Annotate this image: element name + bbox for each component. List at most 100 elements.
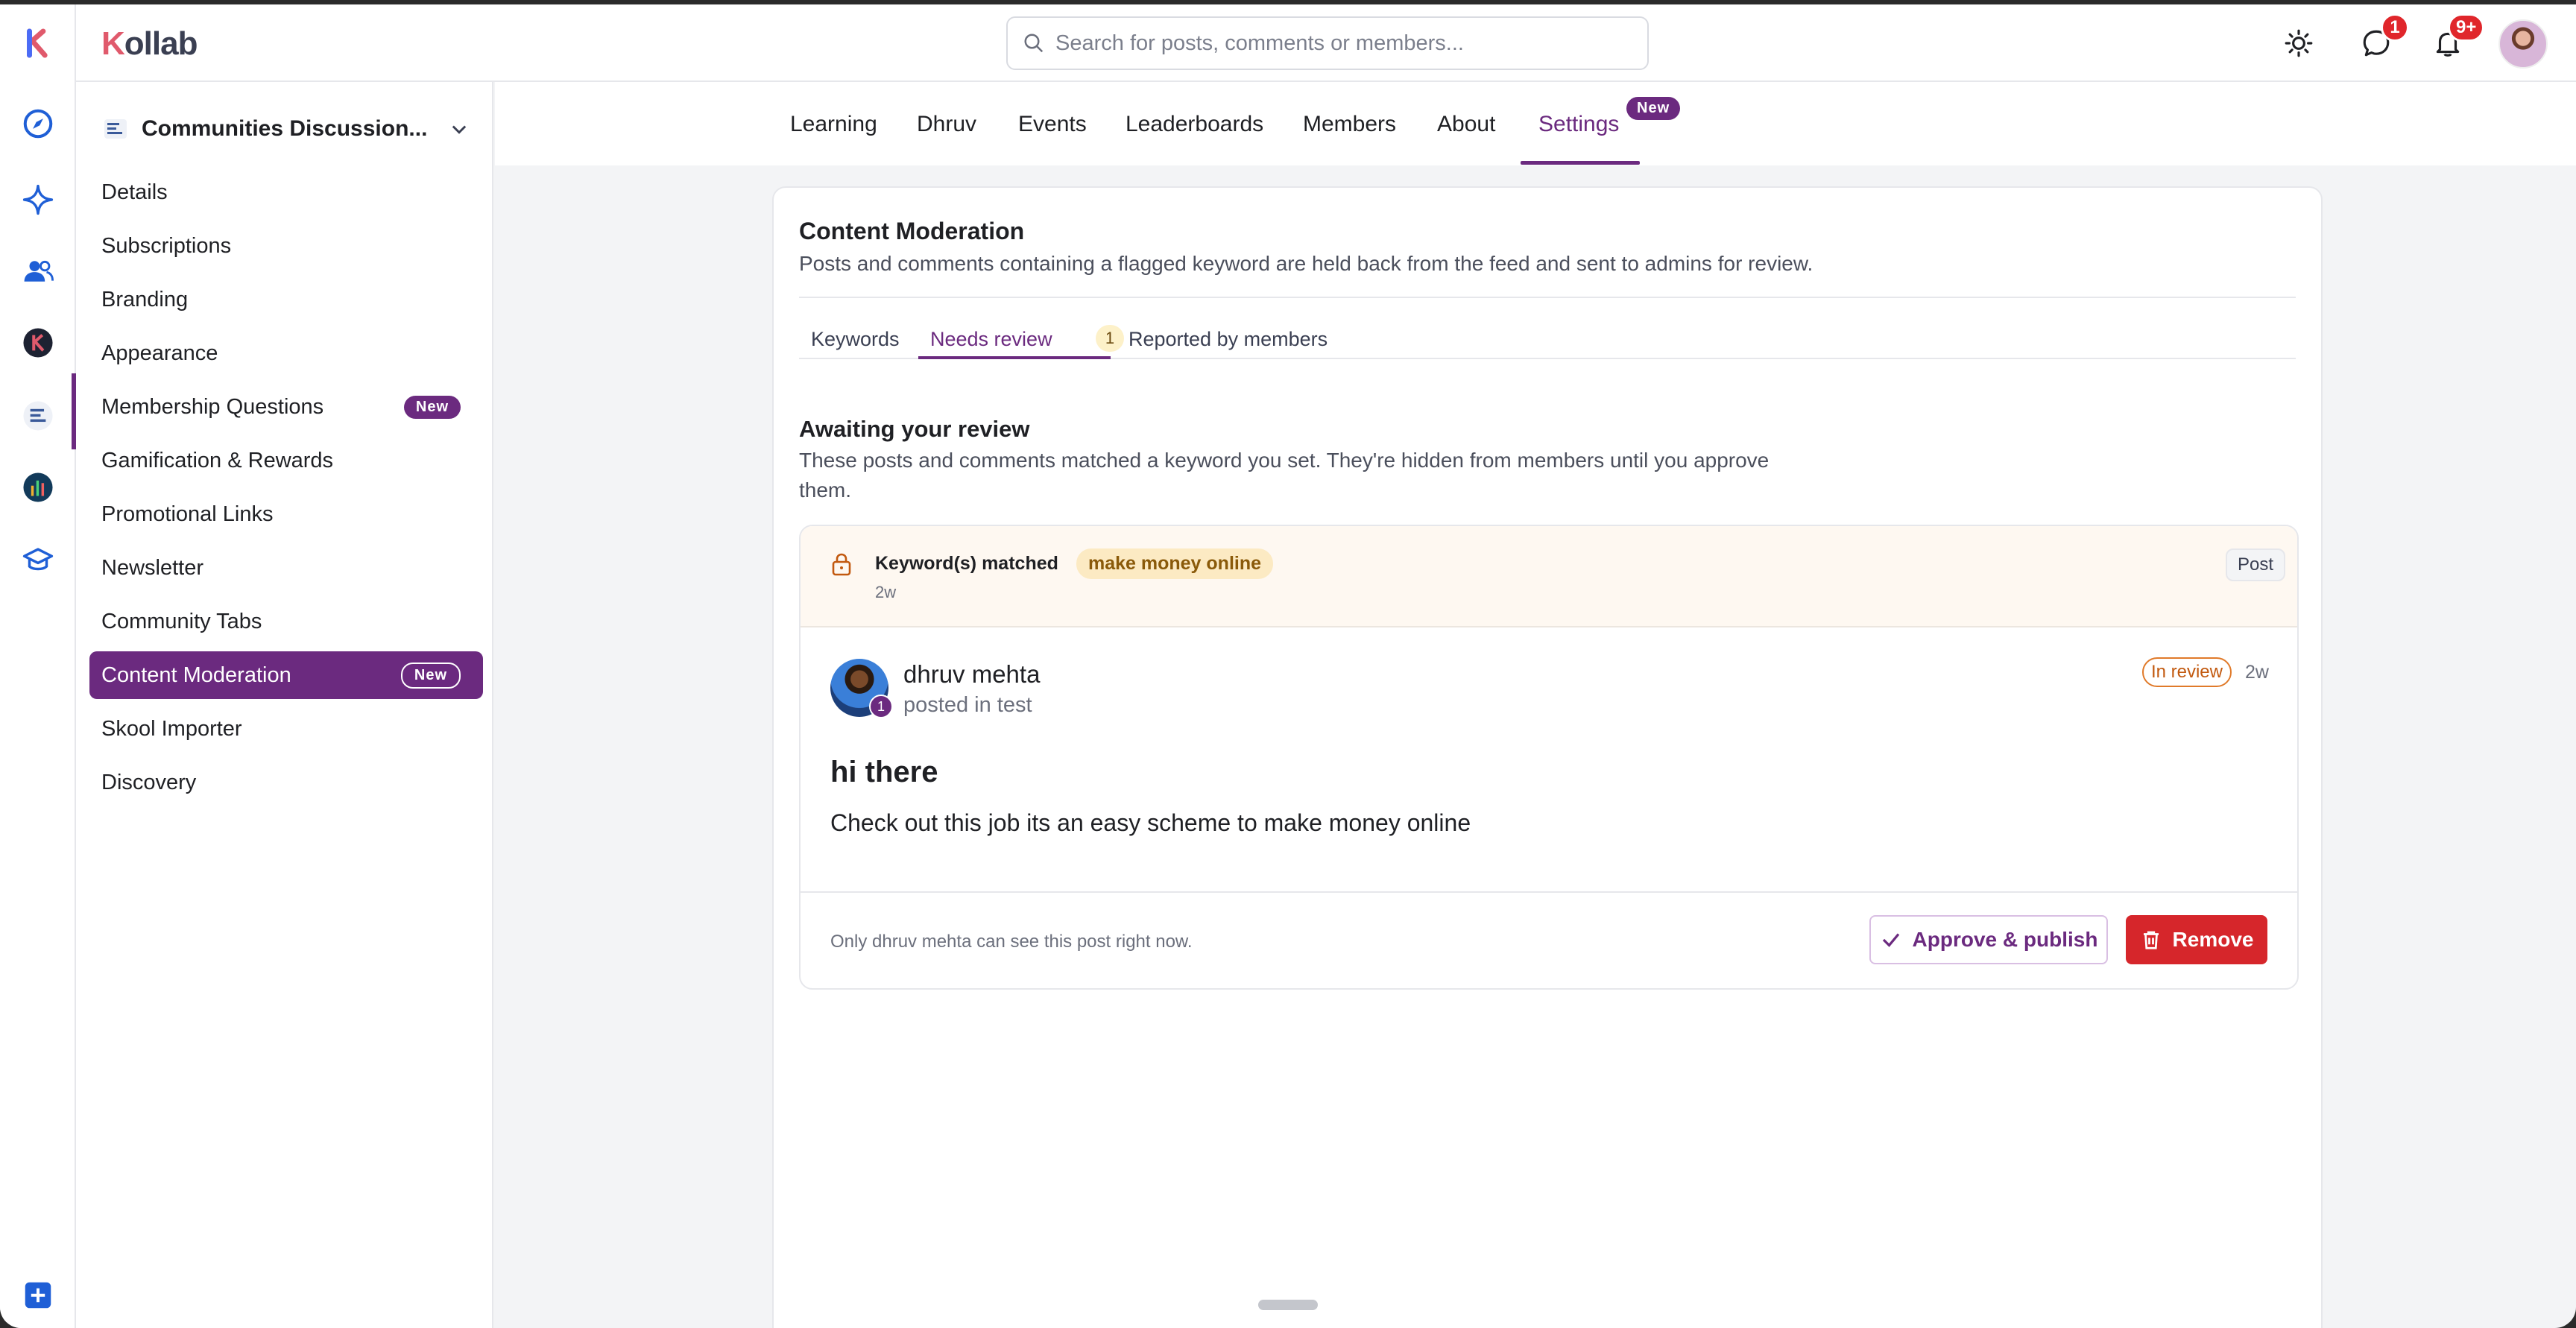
sidebar-item-details[interactable]: Details: [89, 165, 483, 219]
approve-publish-button[interactable]: Approve & publish: [1869, 915, 2108, 964]
sun-icon: [2285, 29, 2313, 57]
moderation-subtabs: Keywords Needs review 1 Reported by memb…: [799, 322, 2296, 359]
ai-sparkle-icon[interactable]: [16, 177, 60, 222]
community-kollab-icon[interactable]: [16, 320, 60, 365]
posted-in-label: posted in test: [903, 693, 1032, 717]
chevron-down-icon: [452, 125, 467, 134]
sidebar-item-discovery[interactable]: Discovery: [89, 756, 483, 809]
content-moderation-card: Content Moderation Posts and comments co…: [772, 186, 2323, 1328]
keyword-match-bar: Keyword(s) matched make money online 2w …: [801, 526, 2297, 627]
settings-sidebar: Communities Discussion... Details Subscr…: [76, 82, 493, 1328]
add-community-icon[interactable]: [16, 1273, 60, 1318]
search-icon: [1024, 34, 1044, 53]
kollab-logo[interactable]: Kollab: [101, 25, 198, 63]
community-name: Communities Discussion...: [142, 116, 428, 141]
post-body: Check out this job its an easy scheme to…: [830, 809, 1471, 836]
section-description: These posts and comments matched a keywo…: [799, 449, 1770, 502]
visibility-note: Only dhruv mehta can see this post right…: [830, 932, 1193, 952]
sidebar-item-content-moderation[interactable]: Content Moderation New: [89, 651, 483, 699]
logo-text: ollab: [124, 25, 198, 62]
community-discussion-icon[interactable]: [16, 393, 60, 438]
lock-icon: [832, 553, 851, 576]
learning-cap-icon[interactable]: [16, 538, 60, 583]
app-window: Kollab 1 9+ Communities Discussion... De…: [0, 4, 2576, 1328]
tab-dhruv[interactable]: Dhruv: [917, 112, 976, 137]
members-icon[interactable]: [16, 249, 60, 294]
scroll-handle[interactable]: [1258, 1300, 1318, 1310]
sidebar-item-label: Newsletter: [101, 555, 203, 580]
app-rail: [0, 4, 76, 1328]
sidebar-item-subscriptions[interactable]: Subscriptions: [89, 219, 483, 273]
community-icon: [104, 119, 127, 139]
author-level-badge: 1: [869, 695, 893, 718]
kollab-home-icon[interactable]: [16, 21, 60, 66]
compass-icon[interactable]: [16, 101, 60, 146]
page-title: Content Moderation: [799, 218, 1025, 244]
sidebar-item-promotional-links[interactable]: Promotional Links: [89, 487, 483, 541]
search-input[interactable]: [1055, 31, 1622, 56]
sidebar-item-label: Membership Questions: [101, 394, 324, 419]
sidebar-item-membership-questions[interactable]: Membership Questions New: [89, 380, 483, 434]
remove-button[interactable]: Remove: [2126, 915, 2267, 964]
sidebar-item-gamification[interactable]: Gamification & Rewards: [89, 434, 483, 487]
settings-new-badge: New: [1626, 97, 1681, 120]
flag-timestamp: 2w: [875, 583, 897, 601]
divider: [799, 297, 2296, 298]
sidebar-item-label: Branding: [101, 287, 189, 312]
sidebar-item-newsletter[interactable]: Newsletter: [89, 541, 483, 595]
sidebar-item-label: Subscriptions: [101, 233, 232, 258]
check-icon: [1882, 933, 1899, 947]
subtab-reported-by-members[interactable]: Reported by members: [1128, 328, 1328, 351]
subtab-keywords[interactable]: Keywords: [811, 328, 900, 351]
community-bars-icon[interactable]: [16, 465, 60, 510]
settings-menu: Details Subscriptions Branding Appearanc…: [89, 165, 483, 809]
tab-events[interactable]: Events: [1018, 112, 1087, 137]
tab-about[interactable]: About: [1437, 112, 1495, 137]
theme-toggle-button[interactable]: [2279, 24, 2318, 63]
sidebar-item-label: Discovery: [101, 770, 197, 794]
community-tabs: Learning Dhruv Events Leaderboards Membe…: [495, 82, 2576, 165]
review-post-card: Keyword(s) matched make money online 2w …: [799, 525, 2299, 990]
tab-leaderboards[interactable]: Leaderboards: [1126, 112, 1263, 137]
tab-learning[interactable]: Learning: [790, 112, 877, 137]
sidebar-item-label: Content Moderation: [101, 663, 291, 687]
active-tab-indicator: [1521, 161, 1640, 165]
section-title: Awaiting your review: [799, 416, 1030, 442]
sidebar-item-appearance[interactable]: Appearance: [89, 326, 483, 380]
remove-label: Remove: [2172, 928, 2254, 951]
sidebar-item-label: Community Tabs: [101, 609, 262, 633]
trash-icon: [2143, 931, 2159, 949]
new-badge: New: [400, 662, 461, 689]
needs-review-count-badge: 1: [1096, 325, 1124, 352]
subtab-needs-review[interactable]: Needs review: [930, 328, 1052, 351]
community-switcher[interactable]: Communities Discussion...: [103, 110, 470, 148]
tab-settings[interactable]: Settings: [1538, 112, 1619, 137]
sidebar-item-skool-importer[interactable]: Skool Importer: [89, 702, 483, 756]
user-avatar[interactable]: [2498, 19, 2548, 69]
sidebar-item-branding[interactable]: Branding: [89, 273, 483, 326]
sidebar-item-community-tabs[interactable]: Community Tabs: [89, 595, 483, 648]
chat-count-badge: 1: [2381, 13, 2409, 42]
status-badge: In review: [2141, 657, 2232, 687]
sidebar-item-label: Skool Importer: [101, 716, 242, 741]
search-box[interactable]: [1006, 16, 1649, 70]
active-subtab-indicator: [918, 356, 1111, 359]
content-type-badge: Post: [2225, 548, 2285, 581]
page-description: Posts and comments containing a flagged …: [799, 252, 1813, 275]
matched-keyword-chip: make money online: [1076, 548, 1274, 579]
sidebar-item-label: Details: [101, 180, 168, 204]
tab-members[interactable]: Members: [1303, 112, 1396, 137]
notifications-button[interactable]: 9+: [2428, 13, 2485, 63]
sidebar-item-label: Promotional Links: [101, 502, 274, 526]
post-actions-footer: Only dhruv mehta can see this post right…: [801, 891, 2297, 988]
post-timestamp: 2w: [2245, 662, 2269, 683]
notification-count-badge: 9+: [2448, 13, 2485, 42]
logo-k: K: [101, 25, 125, 62]
author-name[interactable]: dhruv mehta: [903, 660, 1040, 689]
post-title: hi there: [830, 756, 938, 788]
new-badge: New: [403, 395, 461, 419]
sidebar-item-label: Appearance: [101, 341, 218, 365]
chat-button[interactable]: 1: [2357, 13, 2409, 63]
sidebar-item-label: Gamification & Rewards: [101, 448, 334, 472]
keyword-match-label: Keyword(s) matched: [875, 553, 1058, 574]
